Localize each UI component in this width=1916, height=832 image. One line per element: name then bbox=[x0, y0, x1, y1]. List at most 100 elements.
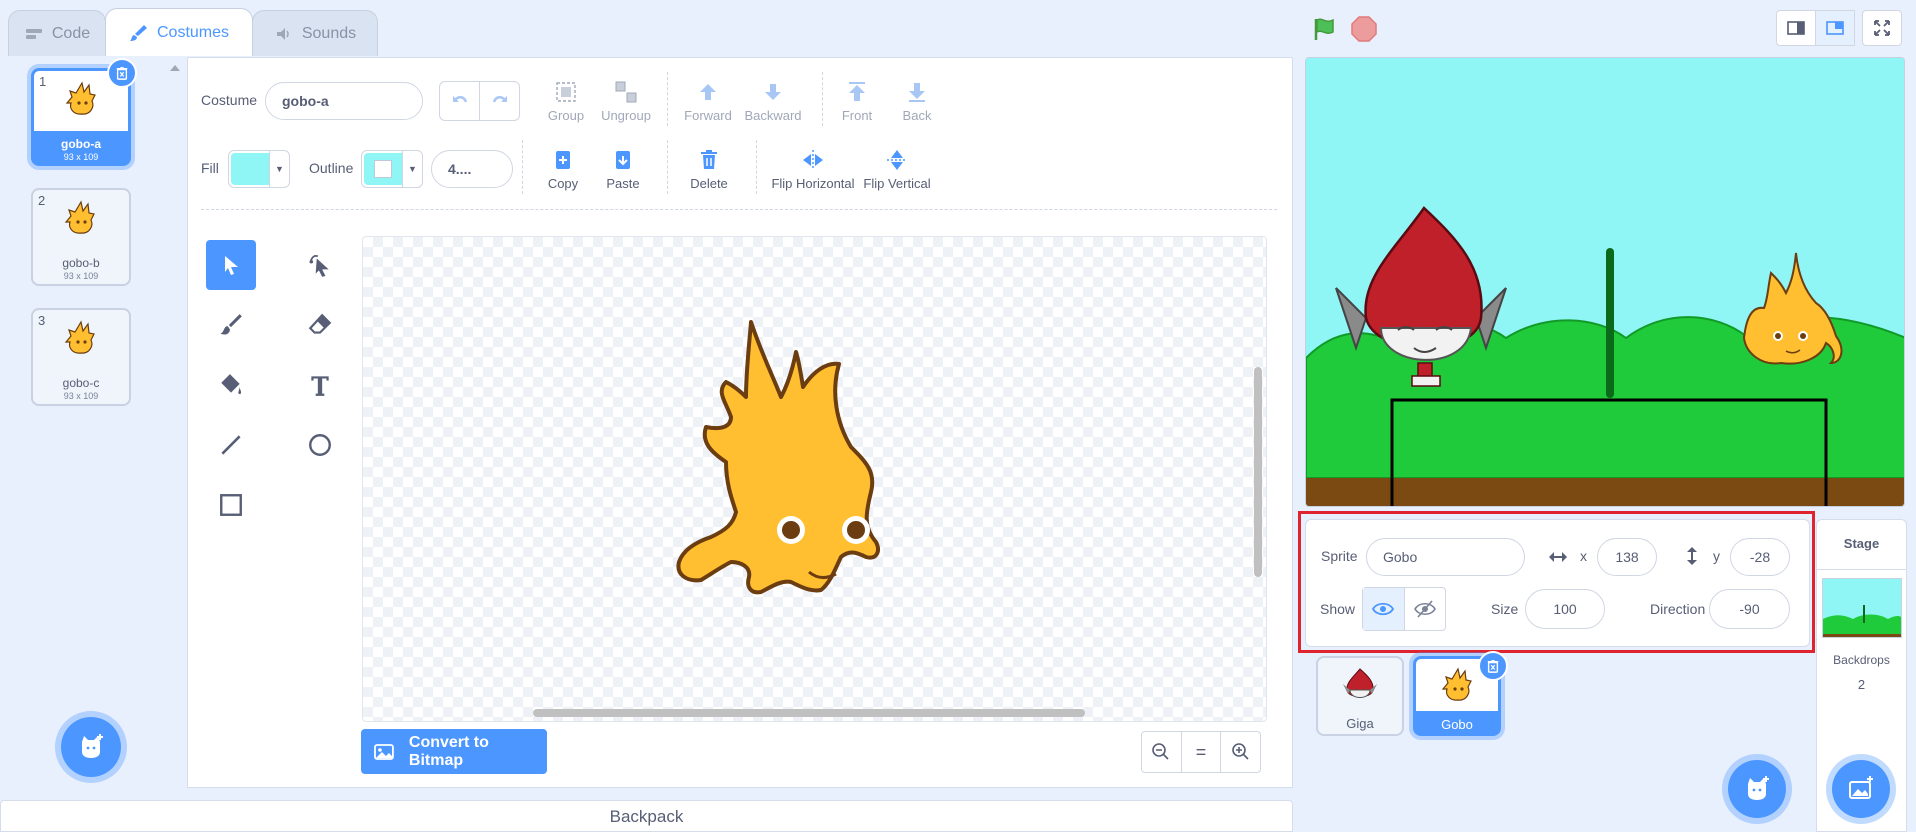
zoom-reset-button[interactable]: = bbox=[1182, 732, 1222, 772]
sprite-label: Sprite bbox=[1321, 548, 1358, 564]
circle-tool[interactable] bbox=[295, 420, 345, 470]
zoom-in-button[interactable] bbox=[1221, 732, 1260, 772]
trash-icon bbox=[116, 67, 128, 80]
canvas-vertical-scrollbar[interactable] bbox=[1254, 367, 1262, 577]
arrow-cursor-icon bbox=[225, 256, 238, 275]
costume-list bbox=[0, 57, 186, 788]
x-value: 138 bbox=[1615, 549, 1639, 565]
group-label: Group bbox=[547, 108, 585, 123]
flip-horizontal-button[interactable]: Flip Horizontal bbox=[768, 148, 858, 191]
sprite-tile-giga[interactable]: Giga bbox=[1316, 656, 1404, 736]
forward-button[interactable]: Forward bbox=[673, 80, 743, 123]
code-icon bbox=[25, 28, 42, 39]
paint-canvas[interactable] bbox=[362, 236, 1267, 722]
flip-vertical-label: Flip Vertical bbox=[863, 176, 931, 191]
front-label: Front bbox=[841, 108, 873, 123]
paste-button[interactable]: Paste bbox=[588, 148, 658, 191]
costume-name-label: Costume bbox=[201, 92, 258, 108]
tab-sounds[interactable]: Sounds bbox=[252, 10, 378, 56]
choose-backdrop-button[interactable] bbox=[1832, 760, 1890, 818]
costume-name-input[interactable]: gobo-a bbox=[265, 82, 423, 120]
tab-costumes[interactable]: Costumes bbox=[105, 8, 253, 56]
stop-icon[interactable] bbox=[1350, 15, 1378, 43]
undo-redo-group bbox=[439, 81, 520, 121]
backpack[interactable]: Backpack bbox=[0, 800, 1293, 832]
toolbar-divider bbox=[522, 140, 523, 194]
chevron-down-icon: ▼ bbox=[269, 151, 289, 187]
image-icon bbox=[374, 743, 394, 760]
fill-color-picker[interactable]: ▼ bbox=[228, 150, 290, 188]
select-tool[interactable] bbox=[206, 240, 256, 290]
stage[interactable] bbox=[1305, 57, 1905, 507]
delete-sprite-button[interactable] bbox=[1478, 651, 1508, 681]
undo-button[interactable] bbox=[440, 82, 480, 120]
undo-icon bbox=[452, 96, 467, 103]
choose-sprite-button[interactable] bbox=[1728, 760, 1786, 818]
choose-costume-button[interactable] bbox=[61, 717, 121, 777]
x-input[interactable]: 138 bbox=[1597, 538, 1657, 576]
delete-label: Delete bbox=[690, 176, 728, 191]
backward-button[interactable]: Backward bbox=[738, 80, 808, 123]
normal-stage-button[interactable] bbox=[1815, 10, 1855, 46]
trash-icon bbox=[1487, 660, 1499, 673]
fill-tool[interactable] bbox=[206, 360, 256, 410]
costume-number: 1 bbox=[39, 74, 47, 89]
text-tool[interactable] bbox=[295, 360, 345, 410]
show-visible-button[interactable] bbox=[1363, 588, 1405, 630]
group-icon bbox=[556, 82, 576, 102]
toolbar-divider bbox=[756, 140, 757, 194]
outline-width-input[interactable]: 4.... bbox=[431, 150, 513, 188]
backdrop-thumbnail bbox=[1822, 578, 1902, 638]
costume-item-3[interactable]: 3 gobo-c 93 x 109 bbox=[31, 308, 131, 406]
cat-add-icon bbox=[1748, 776, 1769, 800]
show-hidden-button[interactable] bbox=[1405, 588, 1446, 630]
y-value: -28 bbox=[1749, 549, 1771, 565]
outline-color-picker[interactable]: ▼ bbox=[361, 150, 423, 188]
direction-label: Direction bbox=[1650, 601, 1706, 617]
delete-button[interactable]: Delete bbox=[674, 148, 744, 191]
copy-label: Copy bbox=[547, 176, 579, 191]
brush-icon bbox=[129, 24, 147, 41]
rectangle-tool[interactable] bbox=[206, 480, 256, 530]
small-stage-button[interactable] bbox=[1776, 10, 1816, 46]
sprite-name-input[interactable]: Gobo bbox=[1366, 538, 1525, 576]
rectangle-icon bbox=[220, 494, 242, 516]
size-input[interactable]: 100 bbox=[1525, 589, 1605, 629]
costume-item-2[interactable]: 2 gobo-b 93 x 109 bbox=[31, 188, 131, 286]
flip-horizontal-icon bbox=[803, 150, 823, 170]
costume-list-scrollbar[interactable] bbox=[164, 57, 186, 788]
back-button[interactable]: Back bbox=[882, 80, 952, 123]
ungroup-button[interactable]: Ungroup bbox=[591, 80, 661, 123]
forward-label: Forward bbox=[684, 108, 732, 123]
delete-costume-button[interactable] bbox=[107, 58, 137, 88]
zoom-out-button[interactable] bbox=[1142, 732, 1182, 772]
reshape-tool[interactable] bbox=[295, 240, 345, 290]
stage-title: Stage bbox=[1843, 536, 1880, 551]
flip-vertical-button[interactable]: Flip Vertical bbox=[860, 148, 934, 191]
costume-size: 93 x 109 bbox=[63, 152, 99, 162]
gobo-thumbnail bbox=[1441, 667, 1472, 701]
eraser-tool[interactable] bbox=[295, 300, 345, 350]
convert-to-bitmap-button[interactable]: Convert to Bitmap bbox=[361, 729, 547, 774]
show-label: Show bbox=[1320, 601, 1356, 617]
canvas-horizontal-scrollbar[interactable] bbox=[533, 709, 1085, 717]
redo-button[interactable] bbox=[480, 82, 519, 120]
costume-name: gobo-c bbox=[62, 376, 100, 390]
line-tool[interactable] bbox=[206, 420, 256, 470]
ungroup-label: Ungroup bbox=[601, 108, 651, 123]
tab-code[interactable]: Code bbox=[8, 10, 106, 56]
backpack-label: Backpack bbox=[609, 807, 684, 826]
cat-add-icon bbox=[82, 734, 103, 758]
zoom-reset-label: = bbox=[1195, 741, 1207, 762]
y-input[interactable]: -28 bbox=[1730, 538, 1790, 576]
direction-input[interactable]: -90 bbox=[1709, 589, 1790, 629]
stage-scene bbox=[1306, 58, 1904, 506]
green-flag-icon[interactable] bbox=[1310, 15, 1338, 43]
brush-tool[interactable] bbox=[206, 300, 256, 350]
fill-swatch bbox=[231, 153, 269, 185]
forward-icon bbox=[700, 84, 716, 100]
ungroup-icon bbox=[615, 81, 637, 103]
fullscreen-button[interactable] bbox=[1862, 10, 1902, 46]
toolbar-divider bbox=[667, 140, 668, 194]
outline-width-value: 4.... bbox=[448, 161, 472, 177]
